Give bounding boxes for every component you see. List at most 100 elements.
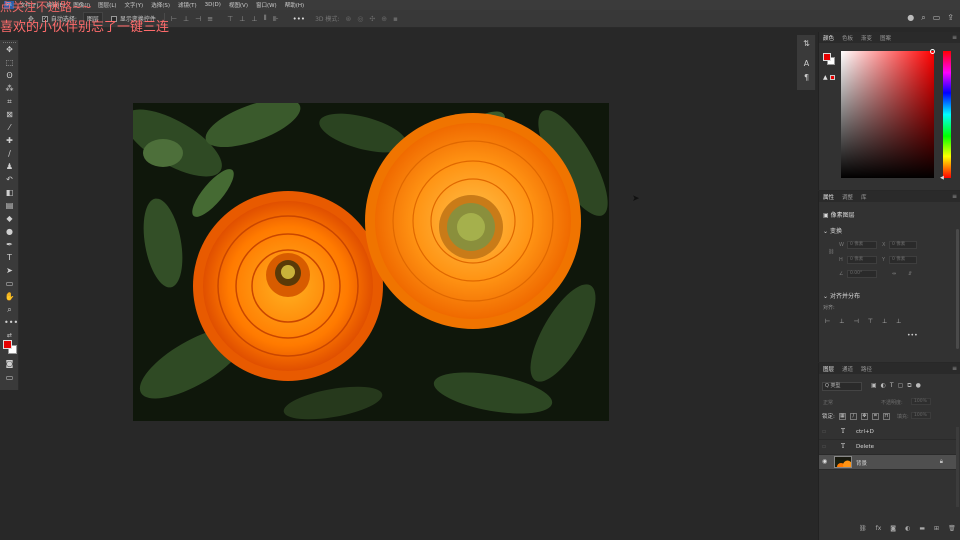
blend-mode-dropdown[interactable]: 正常: [823, 399, 833, 406]
fill-field[interactable]: 100%: [911, 412, 931, 419]
angle-field[interactable]: 0.00°: [847, 270, 877, 278]
transform-section-header[interactable]: ⌄ 变换: [823, 226, 842, 235]
quick-mask-icon[interactable]: ◙: [4, 358, 15, 369]
add-mask-icon[interactable]: ◙: [890, 525, 896, 532]
align-bottom-edges-icon[interactable]: ⊥: [896, 318, 901, 325]
height-field[interactable]: 0 像素: [847, 256, 877, 264]
workspace-icon[interactable]: ▭: [933, 13, 941, 23]
shape-filter-icon[interactable]: ▢: [898, 382, 904, 390]
flip-horizontal-icon[interactable]: ⇹: [892, 271, 896, 277]
adjustment-filter-icon[interactable]: ◐: [881, 382, 886, 390]
hue-slider[interactable]: [943, 51, 951, 178]
visibility-off-icon[interactable]: ▫: [822, 444, 828, 450]
menu-help[interactable]: 帮助(H): [285, 1, 304, 9]
saturation-value-picker[interactable]: [841, 51, 934, 178]
type-filter-icon[interactable]: T: [890, 382, 894, 390]
foreground-color-chip[interactable]: [823, 53, 831, 61]
pen-tool-icon[interactable]: ✒: [4, 239, 15, 250]
menu-layer[interactable]: 图层(L): [98, 1, 116, 9]
align-bottom-icon[interactable]: ⊥: [251, 15, 257, 23]
dodge-tool-icon[interactable]: ●: [4, 226, 15, 237]
align-horizontal-centers-icon[interactable]: ⊥: [839, 318, 844, 325]
tab-gradients[interactable]: 渐变: [861, 34, 872, 42]
align-center-icon[interactable]: ⊥: [183, 15, 189, 23]
menu-view[interactable]: 视图(V): [229, 1, 248, 9]
3d-pan-icon[interactable]: ✣: [369, 15, 375, 23]
path-selection-tool-icon[interactable]: ➤: [4, 265, 15, 276]
width-field[interactable]: 0 像素: [847, 241, 877, 249]
align-top-icon[interactable]: ⊤: [227, 15, 233, 23]
frame-tool-icon[interactable]: ⊠: [4, 109, 15, 120]
3d-orbit-icon[interactable]: ⊛: [345, 15, 351, 23]
lock-icon[interactable]: 🔒︎: [940, 458, 943, 466]
menu-3d[interactable]: 3D(D): [205, 2, 221, 8]
layer-style-icon[interactable]: fx: [876, 525, 882, 532]
x-position-field[interactable]: 0 像素: [889, 241, 917, 249]
user-icon[interactable]: ●: [907, 13, 914, 23]
hand-tool-icon[interactable]: ✋: [4, 291, 15, 302]
character-panel-icon[interactable]: A: [801, 59, 812, 68]
menu-window[interactable]: 窗口(W): [256, 1, 277, 9]
edit-toolbar-icon[interactable]: •••: [4, 317, 18, 328]
paragraph-panel-icon[interactable]: ¶: [801, 73, 812, 82]
blur-tool-icon[interactable]: ◆: [4, 213, 15, 224]
tab-layers[interactable]: 图层: [823, 365, 834, 373]
move-tool-icon[interactable]: ✥: [4, 44, 15, 55]
tab-libraries[interactable]: 库: [861, 193, 867, 201]
clone-stamp-tool-icon[interactable]: ♟: [4, 161, 15, 172]
opacity-field[interactable]: 100%: [911, 398, 931, 405]
panel-menu-icon[interactable]: ≡: [952, 365, 957, 372]
tab-adjustments[interactable]: 调整: [842, 193, 853, 201]
visibility-off-icon[interactable]: ▫: [822, 429, 828, 435]
history-brush-tool-icon[interactable]: ↶: [4, 174, 15, 185]
tab-patterns[interactable]: 图案: [880, 34, 891, 42]
type-tool-icon[interactable]: T: [4, 252, 15, 263]
panel-menu-icon[interactable]: ≡: [952, 193, 957, 200]
link-icon[interactable]: ⛓: [828, 249, 834, 255]
lock-image-icon[interactable]: ∕: [849, 412, 857, 420]
tab-channels[interactable]: 通道: [842, 365, 853, 373]
eyedropper-tool-icon[interactable]: ⁄: [4, 122, 15, 133]
layer-row[interactable]: ▫ T ctrl+D: [819, 425, 957, 440]
align-middle-icon[interactable]: ⊥: [239, 15, 245, 23]
menu-type[interactable]: 文字(Y): [125, 1, 144, 9]
marquee-tool-icon[interactable]: ⬚: [4, 57, 15, 68]
align-top-edges-icon[interactable]: ⊤: [868, 318, 873, 325]
align-left-edges-icon[interactable]: ⊢: [825, 318, 830, 325]
new-layer-icon[interactable]: ⊞: [934, 525, 939, 532]
properties-scrollbar[interactable]: [956, 229, 959, 349]
new-group-icon[interactable]: ▬: [919, 525, 925, 532]
3d-roll-icon[interactable]: ◎: [357, 15, 363, 23]
gamut-color-chip[interactable]: [830, 75, 835, 80]
lock-position-icon[interactable]: ✥: [860, 412, 868, 420]
tab-swatches[interactable]: 色板: [842, 34, 853, 42]
panel-menu-icon[interactable]: ≡: [952, 34, 957, 41]
gradient-tool-icon[interactable]: ▤: [4, 200, 15, 211]
distribute-horizontal-icon[interactable]: ⊪: [273, 15, 279, 23]
align-right-edges-icon[interactable]: ⊣: [853, 318, 858, 325]
y-position-field[interactable]: 0 像素: [889, 256, 917, 264]
zoom-tool-icon[interactable]: ⌕: [4, 304, 15, 315]
layer-row[interactable]: ▫ T Delete: [819, 440, 957, 455]
tab-properties[interactable]: 属性: [823, 193, 834, 201]
pixel-filter-icon[interactable]: ▣: [871, 382, 877, 390]
brush-tool-icon[interactable]: ∕: [4, 148, 15, 159]
foreground-color-swatch[interactable]: [3, 340, 12, 349]
color-picker-marker[interactable]: [930, 49, 935, 54]
layer-row-selected[interactable]: ◉ 背景 🔒︎: [819, 455, 957, 470]
layers-scrollbar[interactable]: [956, 427, 959, 507]
layer-filter-dropdown[interactable]: Q 类型: [822, 382, 862, 391]
rectangle-tool-icon[interactable]: ▭: [4, 278, 15, 289]
menu-select[interactable]: 选择(S): [151, 1, 170, 9]
filter-toggle-icon[interactable]: ●: [916, 382, 921, 390]
delete-layer-icon[interactable]: 🗑︎: [948, 525, 956, 532]
share-icon[interactable]: ⇪: [947, 13, 954, 23]
eye-icon[interactable]: ◉: [822, 459, 828, 465]
align-vertical-centers-icon[interactable]: ⊥: [882, 318, 887, 325]
healing-brush-tool-icon[interactable]: ✚: [4, 135, 15, 146]
lock-artboard-icon[interactable]: ⌗: [871, 412, 879, 420]
align-right-icon[interactable]: ⊣: [195, 15, 201, 23]
lock-transparent-icon[interactable]: ▦: [838, 412, 846, 420]
crop-tool-icon[interactable]: ⌗: [4, 96, 15, 107]
tab-paths[interactable]: 路径: [861, 365, 872, 373]
